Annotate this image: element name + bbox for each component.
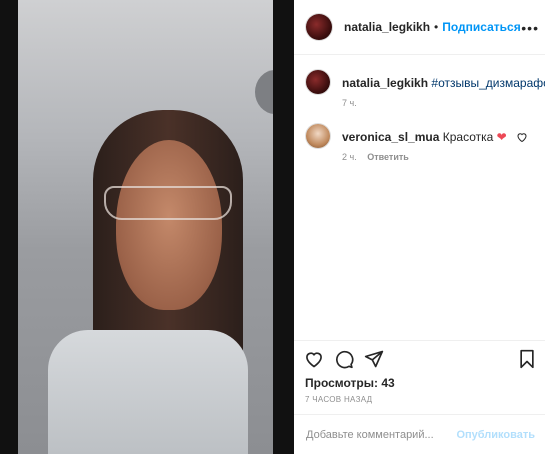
video-background-lamp [255,70,273,114]
heart-icon[interactable] [304,349,324,374]
comment-body: Красотка [442,130,494,144]
caption-avatar[interactable] [306,70,330,94]
post-header: natalia_legkikh • Подписаться ••• [294,0,545,55]
more-horizontal-icon[interactable]: ••• [521,20,539,36]
follow-button[interactable]: Подписаться [442,20,520,34]
video-person-glasses [104,186,232,220]
caption: natalia_legkikh #отзывы_дизмарафон [306,70,545,94]
add-comment-input[interactable] [304,427,457,442]
post-comment-button[interactable]: Опубликовать [456,429,535,441]
comment-like-heart-icon[interactable] [516,130,528,148]
commenter-avatar[interactable] [306,124,330,148]
comment-text: veronica_sl_mua Красотка ❤ [342,129,507,145]
video-player[interactable] [0,0,294,454]
comment-time: 2 ч. [342,152,357,162]
caption-hashtag[interactable]: #отзывы_дизмарафон [431,76,545,90]
add-comment-bar: Опубликовать [294,414,545,454]
commenter-username[interactable]: veronica_sl_mua [342,130,439,144]
caption-username[interactable]: natalia_legkikh [342,76,428,90]
author-username[interactable]: natalia_legkikh [344,20,430,34]
red-heart-emoji: ❤ [496,130,507,144]
video-person-shirt [48,330,248,454]
video-person-face [116,140,222,310]
comment-item: veronica_sl_mua Красотка ❤ [306,124,507,148]
share-icon[interactable] [364,349,384,374]
view-count[interactable]: Просмотры: 43 [305,376,395,390]
header-separator: • [434,20,439,34]
comment-meta: 2 ч. Ответить [342,152,409,162]
post-timestamp: 7 ЧАСОВ НАЗАД [305,395,373,404]
video-frame[interactable] [18,0,273,454]
bookmark-icon[interactable] [518,349,536,374]
reply-button[interactable]: Ответить [367,152,409,162]
comment-icon[interactable] [334,349,354,374]
author-avatar[interactable] [306,14,332,40]
caption-text: natalia_legkikh #отзывы_дизмарафон [342,75,545,91]
post-actions: Просмотры: 43 7 ЧАСОВ НАЗАД [294,340,545,416]
caption-time: 7 ч. [342,98,357,108]
